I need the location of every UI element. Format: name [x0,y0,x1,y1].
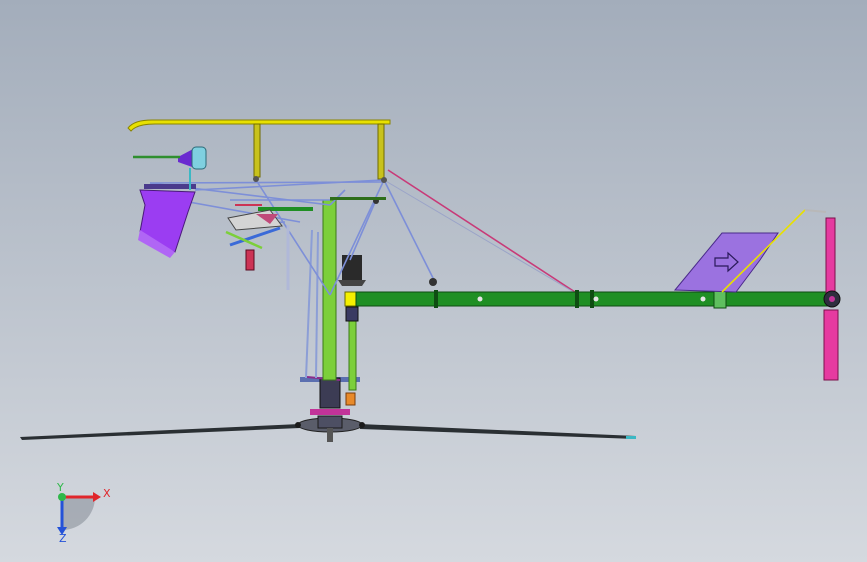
frame-tube [194,179,385,191]
triad-shadow [62,497,95,530]
top-frame[interactable] [127,119,391,180]
dark-bracket-base [338,280,366,286]
y-axis-dot [58,493,66,501]
tail-boom-bolt [700,296,706,302]
vertical-fin[interactable] [673,209,827,293]
tail-boom-bolt [477,296,483,302]
tail-rotor-hub-center [829,296,835,302]
z-axis-label: Z [59,532,67,545]
fin-brace-top [804,209,827,213]
hub-bolt [359,422,365,428]
mast-brace [315,231,319,379]
frame-node [253,176,259,182]
frame-node [429,278,437,286]
coordinate-triad-icon: X Y Z [56,481,111,545]
cad-viewport[interactable]: X Y Z [0,0,867,562]
main-rotor[interactable] [20,409,636,442]
tail-boom[interactable] [355,289,829,309]
top-bar-post-left [253,123,261,178]
tail-boom-bolt [593,296,599,302]
engine-cylinder [191,146,207,170]
main-rotor-blade-right [360,424,636,439]
y-axis-label: Y [56,481,64,494]
main-rotor-blade-left [20,424,300,440]
seat-top-rail [144,184,196,189]
tail-boom-clamp [590,290,594,308]
frame-tube [349,199,377,261]
rotor-shaft [327,428,333,442]
rotor-hub-block [317,415,343,429]
tail-boom-clamp [575,290,579,308]
orange-spring [345,392,356,406]
control-bracket [227,209,283,231]
tail-brace [387,169,579,295]
pedal-block [245,249,255,271]
hub-bolt [295,422,301,428]
rotor-hub-magenta-part [310,409,350,415]
fin-panel [673,232,779,293]
tail-rotor-upper-blade [825,217,836,299]
dark-bracket [342,255,362,280]
mast-tube [322,199,337,381]
tail-boom-clamp [434,290,438,308]
top-bar-post-right [377,123,385,180]
mast-brace [305,229,313,379]
gearbox-body [319,377,341,409]
x-axis-arrowhead [93,492,101,502]
main-rotor-blade-tip [626,436,636,439]
frame-node [381,177,387,183]
tail-rotor-lower-blade [823,309,839,381]
cross-beam [330,197,386,200]
x-axis-label: X [103,487,111,500]
mast-bearing [345,306,359,322]
tail-rotor[interactable] [823,217,841,381]
tail-boom-sleeve [713,289,727,309]
helicopter-assembly-drawing: X Y Z [20,119,841,545]
cockpit-controls[interactable] [133,146,290,290]
